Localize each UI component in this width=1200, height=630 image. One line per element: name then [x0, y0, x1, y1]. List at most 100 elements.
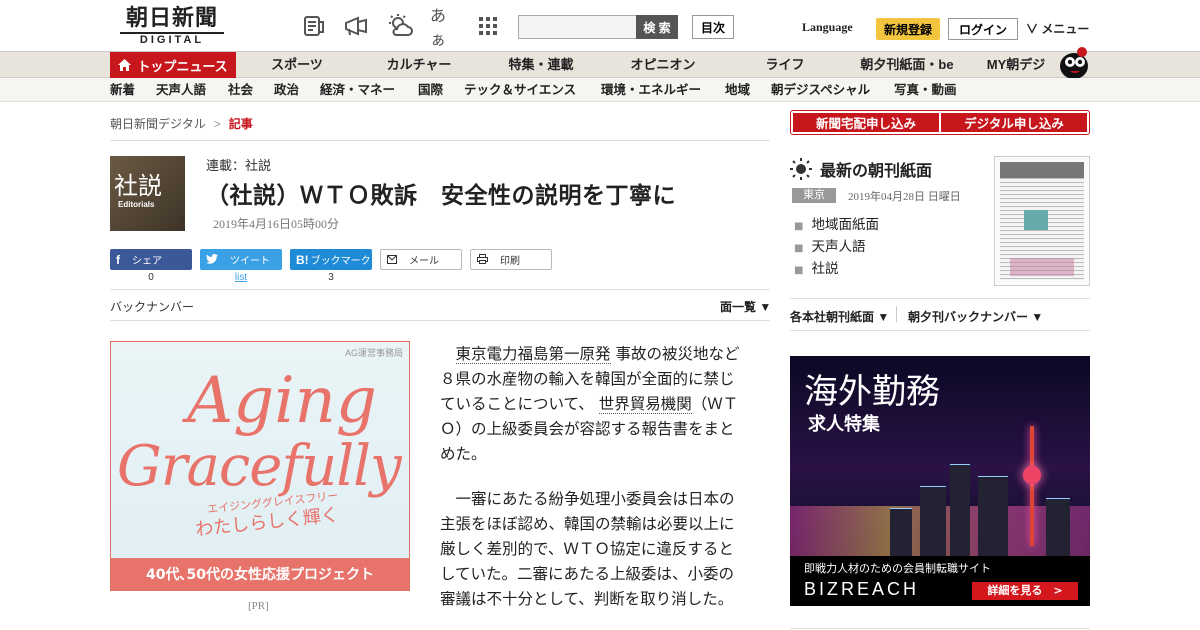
nav-item-sports[interactable]: スポーツ — [271, 52, 323, 78]
register-button[interactable]: 新規登録 — [876, 18, 940, 40]
backnumber-label[interactable]: バックナンバー — [110, 298, 194, 315]
ad-building — [920, 486, 946, 556]
subnav-environment[interactable]: 環境・エネルギー — [601, 78, 701, 102]
facebook-count: 0 — [148, 272, 154, 283]
main-nav: トップニュース スポーツ カルチャー 特集・連載 オピニオン ライフ 朝夕刊紙面… — [0, 52, 1200, 78]
divider — [110, 320, 770, 321]
subnav-new[interactable]: 新着 — [110, 78, 135, 102]
breadcrumb: 朝日新聞デジタル > 記事 — [110, 115, 253, 132]
newspaper-icon[interactable] — [300, 12, 328, 40]
nav-item-papers[interactable]: 朝夕刊紙面・be — [860, 52, 953, 78]
regional-papers-dropdown[interactable]: 各本社朝刊紙面 ▼ — [790, 308, 889, 325]
subnav-world[interactable]: 国際 — [418, 78, 443, 102]
divider — [896, 306, 897, 322]
subnav-photo[interactable]: 写真・動画 — [894, 78, 957, 102]
page-list-dropdown[interactable]: 面一覧 ▼ — [720, 298, 771, 315]
twitter-icon — [206, 253, 218, 267]
nav-item-culture[interactable]: カルチャー — [387, 52, 452, 78]
nav-item-features[interactable]: 特集・連載 — [508, 52, 573, 78]
ad-building — [978, 476, 1008, 556]
paper-date: 2019年04月28日 日曜日 — [848, 191, 961, 203]
nav-item-life[interactable]: ライフ — [765, 52, 804, 78]
latest-paper-heading: 最新の朝刊紙面 — [790, 157, 932, 181]
ad-cta-button[interactable]: 詳細を見る > — [972, 582, 1078, 600]
subnav-special[interactable]: 朝デジスペシャル — [771, 78, 870, 102]
login-button[interactable]: ログイン — [948, 18, 1018, 40]
font-size-icon[interactable]: あぁ — [430, 6, 458, 49]
thumb-subtitle: Editorials — [118, 200, 155, 209]
paper-link-tensei[interactable]: ■ 天声人語 — [794, 235, 865, 255]
ad-tower-sphere — [1023, 466, 1041, 484]
paper-link-label: 地域面紙面 — [811, 217, 879, 233]
article-paragraph-1: 東京電力福島第一原発 事故の被災地など８県の水産物の輸入を韓国が全面的に禁じてい… — [440, 342, 745, 467]
latest-paper-title: 最新の朝刊紙面 — [820, 161, 933, 180]
nav-top-news-label: トップニュース — [137, 58, 228, 74]
ad-aging-gracefully[interactable]: AG運営事務局 Aging Gracefully エイジンググレイスフリー わた… — [110, 341, 410, 591]
subnav-economy[interactable]: 経済・マネー — [320, 78, 395, 102]
nav-item-my-asadigi[interactable]: MY朝デジ — [987, 52, 1046, 78]
nav-top-news[interactable]: トップニュース — [110, 52, 236, 78]
megaphone-icon[interactable] — [342, 12, 370, 40]
home-icon — [118, 59, 132, 71]
subnav-politics[interactable]: 政治 — [274, 78, 299, 102]
digital-signup-button[interactable]: デジタル申し込み — [941, 113, 1087, 132]
search-input[interactable] — [518, 15, 638, 39]
language-link[interactable]: Language — [802, 20, 853, 35]
divider — [110, 140, 770, 141]
pr-label: [PR] — [248, 600, 269, 612]
article-paragraph-2: 一審にあたる紛争処理小委員会は日本の主張をほぼ認め、韓国の禁輸は必要以上に厳しく… — [440, 490, 735, 608]
hatena-icon: B! — [296, 252, 309, 267]
term-link-fukushima[interactable]: 東京電力福島第一原発 — [455, 345, 611, 364]
facebook-icon: f — [116, 252, 120, 267]
apps-grid-icon[interactable] — [474, 12, 502, 40]
series-label[interactable]: 連載：社説 — [206, 155, 271, 174]
ad-building — [890, 508, 912, 556]
sub-nav: 新着 天声人語 社会 政治 経済・マネー 国際 テック＆サイエンス 環境・エネル… — [0, 78, 1200, 102]
subnav-tensei[interactable]: 天声人語 — [156, 78, 206, 102]
ad-title: 海外勤務 — [804, 372, 940, 412]
toc-button[interactable]: 目次 — [692, 15, 734, 39]
subnav-local[interactable]: 地域 — [725, 78, 750, 102]
article-date: 2019年4月16日05時00分 — [213, 217, 340, 231]
divider — [790, 298, 1090, 299]
facebook-share-button[interactable]: f シェア — [110, 249, 192, 270]
weather-icon[interactable] — [386, 12, 414, 40]
subscription-buttons: 新聞宅配申し込み デジタル申し込み — [790, 110, 1090, 135]
print-icon — [477, 253, 488, 267]
ad-building — [950, 464, 970, 556]
mascot-icon[interactable] — [1056, 44, 1092, 80]
article-title: （社説）ＷＴＯ敗訴 安全性の説明を丁寧に — [206, 183, 676, 209]
paper-backnumber-dropdown[interactable]: 朝夕刊バックナンバー ▼ — [908, 308, 1043, 325]
paper-link-label: 天声人語 — [811, 239, 866, 255]
series-thumbnail[interactable]: 社説 Editorials — [110, 156, 185, 231]
paper-link-local[interactable]: ■ 地域面紙面 — [794, 213, 879, 233]
menu-button[interactable]: ∨ メニュー — [1026, 20, 1089, 37]
paper-link-editorial[interactable]: ■ 社説 — [794, 257, 838, 277]
sun-icon — [790, 158, 812, 180]
twitter-share-button[interactable]: ツイート — [200, 249, 282, 270]
paper-delivery-button[interactable]: 新聞宅配申し込み — [793, 113, 939, 132]
newspaper-thumbnail[interactable] — [994, 156, 1090, 286]
ad-tv-tower — [1030, 426, 1034, 546]
hatena-count: 3 — [328, 272, 334, 283]
subnav-tech[interactable]: テック＆サイエンス — [464, 78, 576, 102]
search-button[interactable]: 検 索 — [636, 15, 678, 39]
site-logo[interactable]: 朝日新聞 DIGITAL — [112, 6, 232, 48]
twitter-list-link[interactable]: list — [200, 272, 282, 283]
logo-title: 朝日新聞 — [125, 5, 218, 31]
mail-button[interactable]: メール — [380, 249, 462, 270]
ad-headline-line1: Aging — [187, 364, 377, 438]
ad-building — [1046, 498, 1070, 556]
ad-footer-text: 即戦力人材のための会員制転職サイト — [804, 562, 991, 575]
ad-bizreach[interactable]: 海外勤務 求人特集 即戦力人材のための会員制転職サイト BIZREACH 詳細を… — [790, 356, 1090, 606]
term-link-wto[interactable]: 世界貿易機関 — [598, 395, 692, 414]
print-button[interactable]: 印刷 — [470, 249, 552, 270]
print-label: 印刷 — [500, 256, 520, 267]
subnav-society[interactable]: 社会 — [228, 78, 253, 102]
mail-label: メール — [409, 256, 439, 267]
nav-item-opinion[interactable]: オピニオン — [630, 52, 695, 78]
mail-icon — [387, 253, 397, 267]
breadcrumb-separator: > — [213, 117, 221, 131]
hatena-bookmark-button[interactable]: B! ブックマーク — [290, 249, 372, 270]
breadcrumb-root[interactable]: 朝日新聞デジタル — [110, 117, 206, 131]
